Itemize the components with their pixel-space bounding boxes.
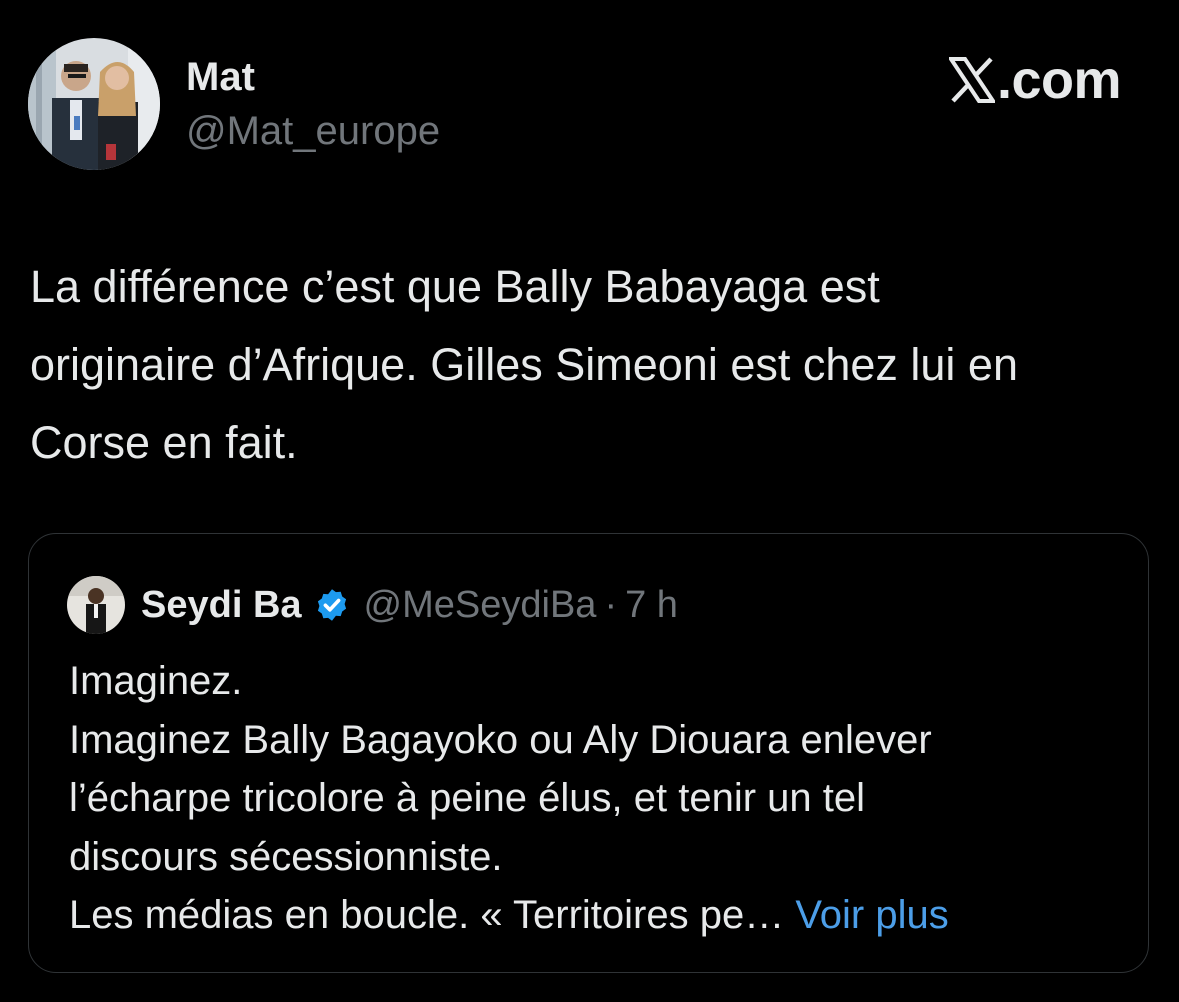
tweet-text-line: originaire d’Afrique. Gilles Simeoni est… [30,339,1018,390]
tweet-card: Mat @Mat_europe .com La différence c’est… [0,0,1179,1002]
tweet-text: La différence c’est que Bally Babayaga e… [30,248,1160,482]
verified-badge-icon [317,589,346,621]
brand-text: .com [996,50,1122,110]
quoted-author-avatar[interactable] [67,576,125,634]
quoted-tweet-time[interactable]: 7 h [625,584,678,627]
quoted-author-handle[interactable]: @MeSeydiBa [364,584,597,627]
voir-plus-link[interactable]: Voir plus [784,893,948,937]
quoted-tweet-header: Seydi Ba @MeSeydiBa · 7 h [141,580,678,630]
quoted-author-name[interactable]: Seydi Ba [141,584,302,627]
x-logo-icon [948,57,995,103]
author-handle[interactable]: @Mat_europe [186,108,440,154]
quoted-tweet[interactable]: Seydi Ba @MeSeydiBa · 7 h Imaginez. Imag… [28,533,1149,973]
quoted-text-truncated: Les médias en boucle. « Territoires pe… [69,893,785,937]
quoted-text-line: l’écharpe tricolore à peine élus, et ten… [69,776,866,820]
separator-dot: · [604,583,618,626]
x-com-brand: .com [948,50,1122,110]
author-name[interactable]: Mat [186,54,255,100]
quoted-tweet-text: Imaginez. Imaginez Bally Bagayoko ou Aly… [69,652,1129,945]
quoted-text-last-line: Les médias en boucle. « Territoires pe… … [69,886,1129,945]
tweet-text-line: La différence c’est que Bally Babayaga e… [30,261,880,312]
tweet-text-line: Corse en fait. [30,417,298,468]
author-avatar[interactable] [28,38,160,170]
quoted-text-line: discours sécessionniste. [69,834,503,879]
profile-photo-icon [67,576,125,634]
quoted-text-line: Imaginez. [69,659,243,703]
quoted-text-line: Imaginez Bally Bagayoko ou Aly Diouara e… [69,717,932,762]
profile-photo-icon [28,38,160,170]
